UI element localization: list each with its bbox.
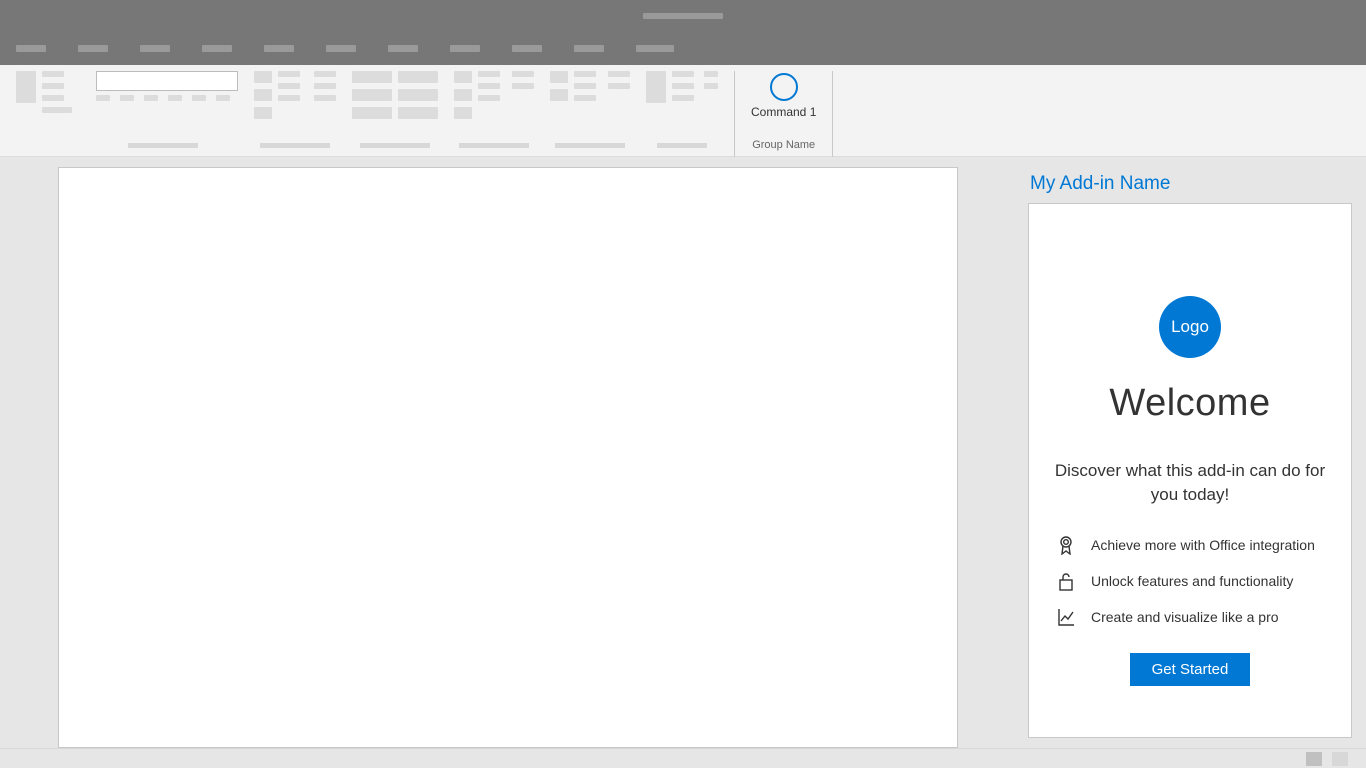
ribbon-tab-placeholder[interactable] <box>264 45 294 52</box>
feature-list: Achieve more with Office integration Unl… <box>1047 535 1333 627</box>
ribbon-group-placeholder <box>8 71 80 157</box>
ribbon-group-placeholder <box>638 71 726 157</box>
ribbon-group-placeholder <box>246 71 344 157</box>
ribbon-tab-placeholder[interactable] <box>202 45 232 52</box>
ribbon-tab-placeholder[interactable] <box>78 45 108 52</box>
command-1-button[interactable]: Command 1 <box>747 71 820 121</box>
ribbon-group-placeholder <box>344 71 446 157</box>
feature-item: Achieve more with Office integration <box>1057 535 1315 555</box>
document-workspace: My Add-in Name Logo Welcome Discover wha… <box>0 157 1366 748</box>
feature-text: Unlock features and functionality <box>1091 573 1293 589</box>
feature-text: Achieve more with Office integration <box>1091 537 1315 553</box>
chart-icon <box>1057 607 1075 627</box>
addin-logo-text: Logo <box>1171 317 1209 337</box>
get-started-button[interactable]: Get Started <box>1130 653 1251 686</box>
ribbon-badge-icon <box>1057 535 1075 555</box>
ribbon-group-name-label: Group Name <box>752 139 815 155</box>
view-mode-button[interactable] <box>1306 752 1322 766</box>
ribbon-group-addin: Command 1 Group Name <box>734 71 833 157</box>
command-circle-icon <box>770 73 798 101</box>
view-mode-button[interactable] <box>1332 752 1348 766</box>
command-1-label: Command 1 <box>751 105 816 119</box>
welcome-subheading: Discover what this add-in can do for you… <box>1047 459 1333 507</box>
taskpane-title: My Add-in Name <box>1028 167 1352 203</box>
ribbon-group-placeholder <box>446 71 542 157</box>
ribbon-tab-placeholder[interactable] <box>636 45 674 52</box>
ribbon-group-placeholder <box>542 71 638 157</box>
welcome-heading: Welcome <box>1109 382 1270 425</box>
status-bar <box>0 748 1366 768</box>
feature-item: Unlock features and functionality <box>1057 571 1293 591</box>
unlock-icon <box>1057 571 1075 591</box>
document-canvas-wrap <box>0 157 1028 748</box>
ribbon-tab-placeholder[interactable] <box>574 45 604 52</box>
feature-item: Create and visualize like a pro <box>1057 607 1279 627</box>
ribbon-tab-placeholder[interactable] <box>326 45 356 52</box>
ribbon-tab-placeholder[interactable] <box>450 45 480 52</box>
taskpane-body: Logo Welcome Discover what this add-in c… <box>1028 203 1352 738</box>
feature-text: Create and visualize like a pro <box>1091 609 1279 625</box>
taskpane: My Add-in Name Logo Welcome Discover wha… <box>1028 157 1366 748</box>
addin-logo: Logo <box>1159 296 1221 358</box>
document-canvas[interactable] <box>58 167 958 748</box>
ribbon-tab-placeholder[interactable] <box>16 45 46 52</box>
ribbon-tab-placeholder[interactable] <box>140 45 170 52</box>
ribbon-input-placeholder[interactable] <box>96 71 238 91</box>
titlebar-placeholder <box>643 13 723 19</box>
ribbon: Command 1 Group Name <box>0 65 1366 157</box>
ribbon-group-placeholder <box>80 71 246 157</box>
ribbon-tabstrip <box>0 32 1366 65</box>
ribbon-tab-placeholder[interactable] <box>512 45 542 52</box>
ribbon-tab-placeholder[interactable] <box>388 45 418 52</box>
window-titlebar <box>0 0 1366 32</box>
